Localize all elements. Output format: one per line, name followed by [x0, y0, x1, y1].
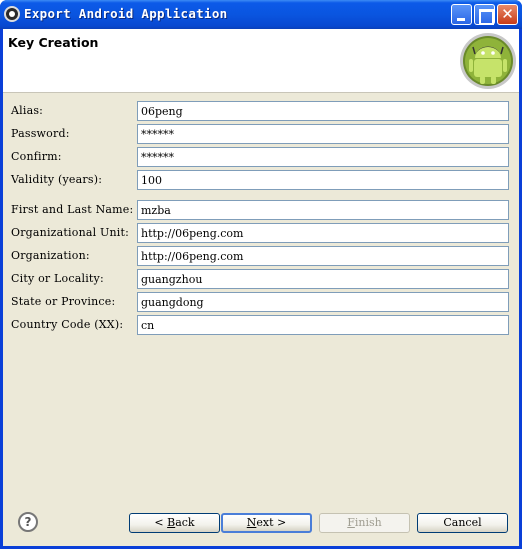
org-unit-row: Organizational Unit:: [3, 223, 519, 243]
org-unit-label: Organizational Unit:: [11, 226, 130, 239]
validity-label: Validity (years):: [11, 173, 103, 186]
country-code-row: Country Code (XX):: [3, 315, 519, 335]
password-row: Password:: [3, 124, 519, 144]
next-button[interactable]: Next >: [221, 513, 312, 533]
org-unit-field[interactable]: [137, 223, 509, 243]
confirm-field[interactable]: [137, 147, 509, 167]
next-mnemonic: N: [246, 516, 257, 529]
key-creation-form: Alias: Password: Confirm: Validity (year…: [3, 94, 519, 494]
next-suffix: >: [273, 516, 287, 529]
alias-row: Alias:: [3, 101, 519, 121]
close-icon: ✕: [501, 5, 514, 23]
password-label: Password:: [11, 127, 70, 140]
next-label: ext: [256, 516, 274, 529]
city-row: City or Locality:: [3, 269, 519, 289]
name-field[interactable]: [137, 200, 509, 220]
password-field[interactable]: [137, 124, 509, 144]
help-icon[interactable]: ?: [18, 512, 38, 532]
name-label: First and Last Name:: [11, 203, 134, 216]
maximize-button[interactable]: [474, 4, 495, 25]
city-label: City or Locality:: [11, 272, 104, 285]
cancel-button[interactable]: Cancel: [417, 513, 508, 533]
finish-button[interactable]: Finish: [319, 513, 410, 533]
back-label: ack: [175, 516, 195, 529]
dialog-client: Key Creation Alias: 06peng Password: ***…: [3, 29, 519, 546]
back-prefix: <: [154, 516, 168, 529]
page-title: Key Creation: [8, 35, 99, 50]
state-row: State or Province:: [3, 292, 519, 312]
validity-field[interactable]: [137, 170, 509, 190]
title-bar[interactable]: Export Android Application ✕: [0, 0, 522, 29]
finish-label: inish: [354, 516, 382, 529]
wizard-header: Key Creation: [3, 29, 519, 93]
window-title: Export Android Application: [24, 6, 228, 21]
eclipse-icon: [4, 6, 20, 22]
alias-field[interactable]: [137, 101, 509, 121]
android-logo-icon: [460, 33, 516, 89]
country-code-field[interactable]: [137, 315, 509, 335]
button-bar: ? < Back Next > Finish Cancel: [3, 495, 519, 546]
organization-row: Organization:: [3, 246, 519, 266]
name-row: First and Last Name:: [3, 200, 519, 220]
organization-field[interactable]: [137, 246, 509, 266]
close-button[interactable]: ✕: [497, 4, 518, 25]
validity-row: Validity (years):: [3, 170, 519, 190]
confirm-row: Confirm:: [3, 147, 519, 167]
confirm-label: Confirm:: [11, 150, 62, 163]
back-button[interactable]: < Back: [129, 513, 220, 533]
country-code-label: Country Code (XX):: [11, 318, 124, 331]
state-field[interactable]: [137, 292, 509, 312]
city-field[interactable]: [137, 269, 509, 289]
state-label: State or Province:: [11, 295, 116, 308]
dialog-window: Export Android Application ✕ Key Creatio…: [0, 0, 522, 549]
organization-label: Organization:: [11, 249, 90, 262]
back-mnemonic: B: [167, 516, 176, 529]
alias-label: Alias:: [11, 104, 44, 117]
minimize-button[interactable]: [451, 4, 472, 25]
finish-mnemonic: F: [347, 516, 355, 529]
